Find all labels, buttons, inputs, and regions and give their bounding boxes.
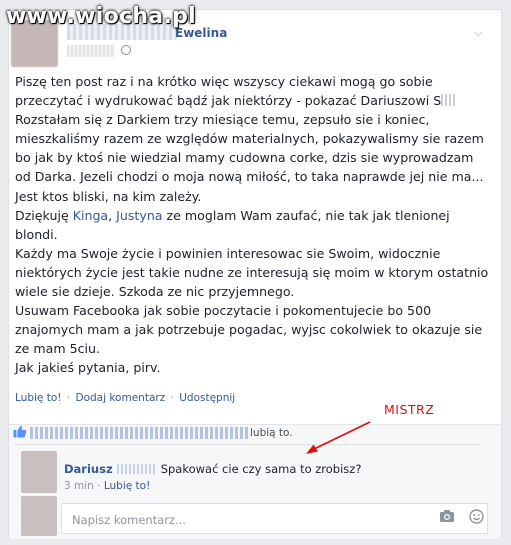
comment: Dariusz Spakować cie czy sama to zrobisz… (64, 462, 361, 476)
post-line: bo jak by ktoś nie wiedzial mamy cudowna… (15, 150, 474, 166)
privacy-globe-icon (121, 45, 131, 55)
post-line: ze mam 5ciu. (15, 341, 101, 357)
annotation-arrow (306, 421, 371, 454)
post-line: mieszkaliśmy razem ze względów materialn… (15, 131, 484, 147)
comment-text: Spakować cie czy sama to zrobisz? (160, 462, 362, 476)
post-line: blondi. (15, 226, 58, 242)
smiley-icon[interactable] (469, 509, 484, 524)
separator: · (97, 480, 101, 492)
post-line: Usuwam Facebooka jak sobie poczytacie i … (15, 303, 432, 319)
post-line: przeczytać i wydrukować bądź jak niektór… (15, 91, 487, 110)
comment-like-button[interactable]: Lubię to! (104, 480, 150, 492)
commenter-avatar[interactable] (21, 451, 57, 493)
separator: · (66, 392, 71, 404)
post-line: wiele sie dzieje. Szkoda ze nic przyjemn… (15, 284, 295, 300)
post-line: niektórych życie jest takie nudne ze int… (15, 264, 489, 280)
post-timestamp-censored (67, 45, 115, 57)
post-line: Rozstałam się z Darkiem trzy miesiące te… (15, 112, 430, 128)
tag-kinga[interactable]: Kinga (73, 208, 108, 223)
censored-surname (116, 464, 157, 474)
comment-time[interactable]: 3 min (64, 480, 94, 492)
censored-surname (441, 94, 458, 107)
post-line: znajomych mam a jak potrzebuje pogadac, … (15, 322, 483, 338)
share-button[interactable]: Udostępnij (179, 392, 235, 404)
post-actions: Lubię to! · Dodaj komentarz · Udostępnij (15, 392, 235, 404)
post-line: Każdy ma Swoje życie i powinien intereso… (15, 245, 441, 261)
divider (14, 444, 480, 445)
tag-justyna[interactable]: Justyna (116, 208, 162, 223)
comment-composer[interactable] (61, 503, 488, 534)
post-body: Piszę ten post raz i na krótko więc wszy… (15, 72, 489, 378)
thumbs-up-icon (13, 425, 27, 438)
post-line-thanks: Dziękuję Kinga, Justyna ze moglam Wam za… (15, 207, 450, 223)
comment-button[interactable]: Dodaj komentarz (75, 392, 165, 404)
like-button[interactable]: Lubię to! (15, 392, 61, 404)
comment-input[interactable] (70, 511, 414, 529)
camera-icon[interactable] (439, 509, 455, 523)
my-avatar (21, 496, 57, 536)
comment-author-name[interactable]: Dariusz (64, 462, 113, 476)
watermark: www.wiocha.pl (6, 4, 196, 29)
post-line: Jak jakieś pytania, pirv. (15, 360, 161, 376)
chevron-down-icon[interactable]: ⌵ (474, 26, 482, 40)
separator: · (170, 392, 174, 404)
comment-meta: 3 min · Lubię to! (64, 480, 150, 492)
likes-summary: lubią to. (250, 427, 293, 439)
post-line: Jest ktos bliski, na kim zależy. (15, 188, 202, 204)
post-line: od Darka. Jezeli chodzi o moja nową miło… (15, 169, 484, 185)
annotation-label: MISTRZ (384, 402, 435, 417)
post-line: Piszę ten post raz i na krótko więc wszy… (15, 74, 433, 89)
likers-names-censored[interactable] (30, 427, 250, 439)
